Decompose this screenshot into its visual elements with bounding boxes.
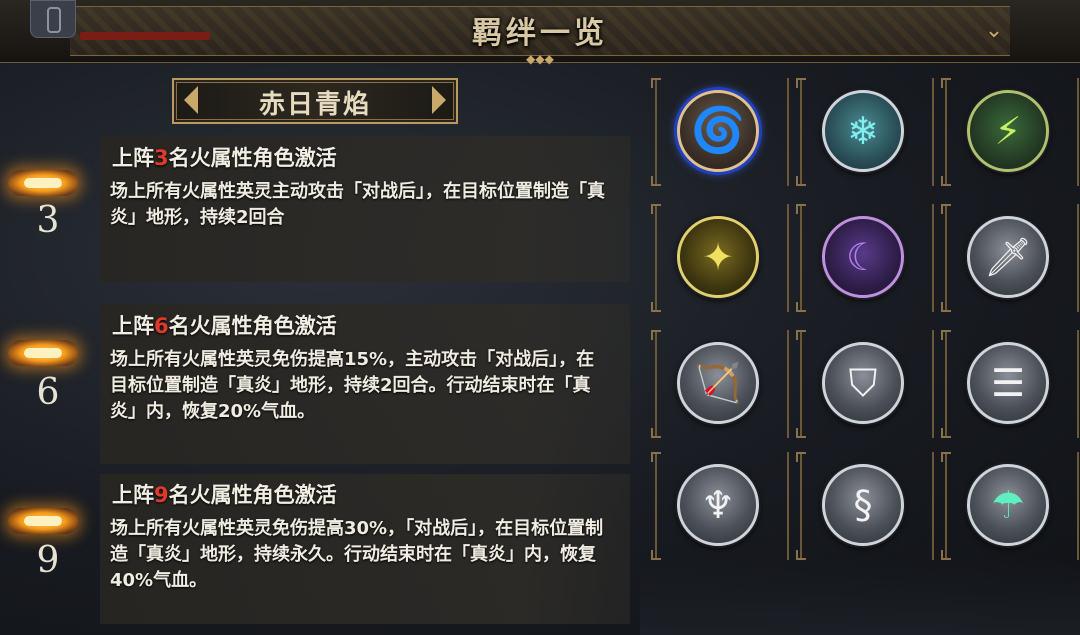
dark-element-icon-glyph: ☾ — [845, 235, 881, 279]
tier-heading-prefix: 上阵 — [112, 146, 154, 170]
header-bar: 羁绊一览 ◆◆◆ ⌄ — [0, 0, 1080, 66]
bond-slot[interactable]: ☂ — [941, 452, 1079, 560]
tier-heading: 上阵9名火属性角色激活 — [112, 479, 337, 509]
gourd-icon[interactable]: ♆ — [677, 464, 759, 546]
tier-status-pill — [8, 508, 78, 534]
shield-icon-glyph: ⛉ — [848, 361, 878, 405]
grid-fade — [640, 560, 1080, 635]
tier-heading-suffix: 名火属性角色激活 — [168, 146, 337, 170]
bond-slot[interactable]: ♆ — [651, 452, 789, 560]
tier-count: 9 — [36, 540, 60, 581]
shield-icon[interactable]: ⛉ — [822, 342, 904, 424]
dark-element-icon[interactable]: ☾ — [822, 216, 904, 298]
tier-heading-number: 6 — [154, 314, 169, 338]
ornament-icon: ◆◆◆ — [526, 52, 554, 66]
claw-icon[interactable]: ☰ — [967, 342, 1049, 424]
ice-element-icon[interactable]: ❄ — [822, 90, 904, 172]
set-title: 赤日青焰 — [172, 78, 458, 124]
health-bar — [80, 32, 210, 40]
bond-slot[interactable]: § — [796, 452, 934, 560]
bond-slot[interactable]: ⛉ — [796, 330, 934, 438]
tier-description: 场上所有火属性英灵免伤提高15%，主动攻击「对战后」，在目标位置制造「真炎」地形… — [110, 349, 595, 422]
bond-slot[interactable]: ☰ — [941, 330, 1079, 438]
ice-element-icon-glyph: ❄ — [847, 109, 879, 153]
bond-slot[interactable]: ⚡ — [941, 78, 1079, 186]
tier-count: 6 — [36, 372, 60, 413]
bow-icon-glyph: 🏹 — [694, 361, 742, 405]
tier-status-pill — [8, 340, 78, 366]
tier-count: 3 — [36, 200, 60, 241]
wind-element-icon[interactable]: ☂ — [967, 464, 1049, 546]
tier-heading-number: 9 — [154, 483, 169, 507]
fire-element-icon[interactable]: 🌀 — [677, 90, 759, 172]
menu-tab-icon[interactable] — [30, 0, 76, 38]
light-element-icon[interactable]: ✦ — [677, 216, 759, 298]
tier-heading: 上阵3名火属性角色激活 — [112, 142, 337, 172]
thunder-element-icon-glyph: ⚡ — [994, 109, 1022, 153]
arrow-right-icon — [432, 86, 446, 114]
claw-icon-glyph: ☰ — [990, 361, 1026, 405]
tier-heading-number: 3 — [154, 146, 169, 170]
tier-heading: 上阵6名火属性角色激活 — [112, 310, 337, 340]
bond-slot[interactable]: ✦ — [651, 204, 789, 312]
chevron-down-icon[interactable]: ⌄ — [980, 20, 1008, 42]
thunder-element-icon[interactable]: ⚡ — [967, 90, 1049, 172]
bond-emblem-grid: 🌀 ❄ ⚡ ✦ ☾ 🗡 🏹 ⛉ ☰ ♆ § ☂ — [651, 78, 1080, 635]
bow-icon[interactable]: 🏹 — [677, 342, 759, 424]
set-title-label: 赤日青焰 — [258, 90, 371, 120]
serpent-icon[interactable]: § — [822, 464, 904, 546]
fire-element-icon-glyph: 🌀 — [690, 105, 746, 156]
tier-heading-suffix: 名火属性角色激活 — [168, 483, 337, 507]
light-element-icon-glyph: ✦ — [702, 235, 734, 279]
bond-slot[interactable]: 🌀 — [651, 78, 789, 186]
serpent-icon-glyph: § — [853, 483, 873, 527]
page-title: 羁绊一览 — [472, 16, 608, 51]
bond-slot[interactable]: 🏹 — [651, 330, 789, 438]
tier-heading-prefix: 上阵 — [112, 314, 154, 338]
bond-slot[interactable]: ❄ — [796, 78, 934, 186]
tier-description: 场上所有火属性英灵主动攻击「对战后」，在目标位置制造「真炎」地形，持续2回合 — [110, 181, 605, 228]
gourd-icon-glyph: ♆ — [700, 483, 736, 527]
tier-heading-suffix: 名火属性角色激活 — [168, 314, 337, 338]
bond-slot[interactable]: ☾ — [796, 204, 934, 312]
sword-icon[interactable]: 🗡 — [967, 216, 1049, 298]
tier-heading-prefix: 上阵 — [112, 483, 154, 507]
bond-slot[interactable]: 🗡 — [941, 204, 1079, 312]
tier-status-pill — [8, 170, 78, 196]
sword-icon-glyph: 🗡 — [983, 235, 1033, 279]
tier-description: 场上所有火属性英灵免伤提高30%，「对战后」，在目标位置制造「真炎」地形，持续永… — [110, 518, 604, 591]
wind-element-icon-glyph: ☂ — [990, 483, 1026, 527]
